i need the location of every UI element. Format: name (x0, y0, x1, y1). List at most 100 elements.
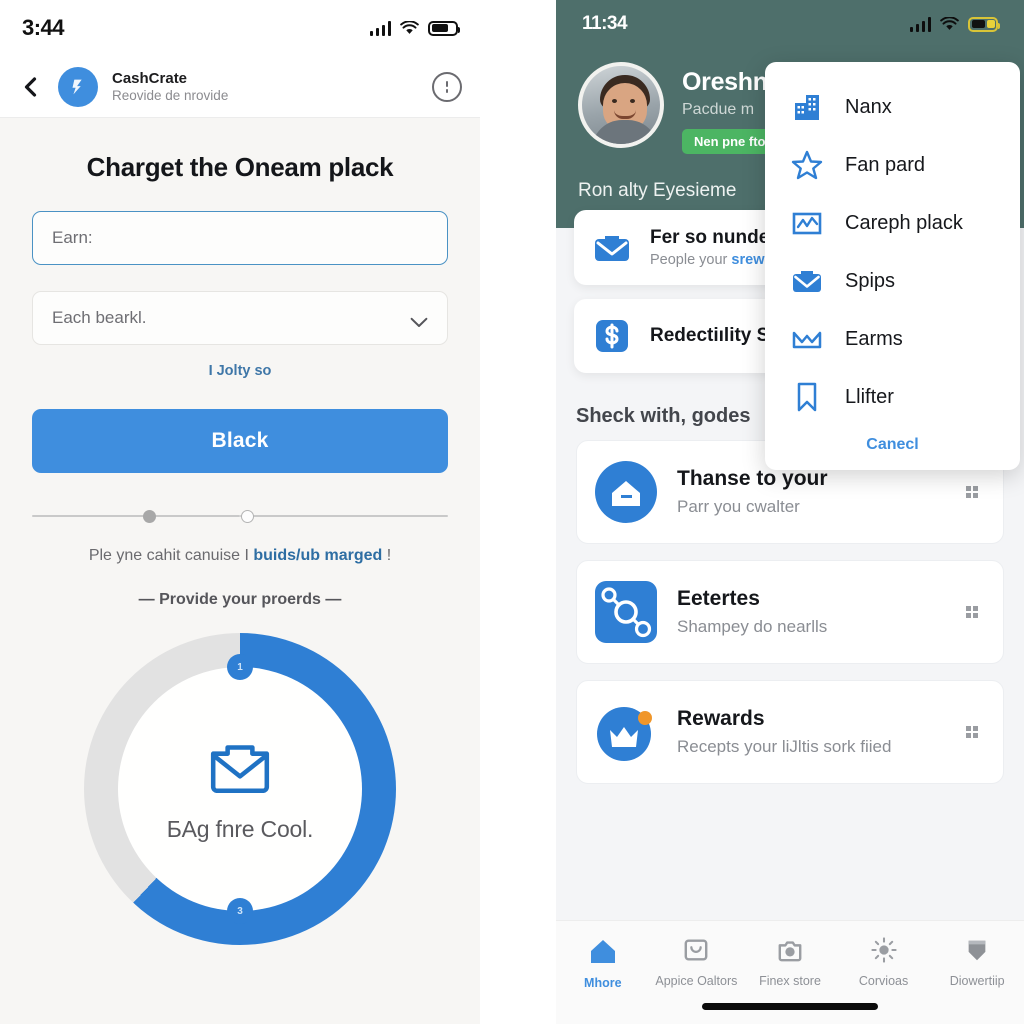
left-status-bar: 3:44 (0, 0, 480, 56)
tab-store[interactable]: Finex store (743, 937, 837, 988)
slider-left-knob[interactable] (143, 509, 156, 523)
list-item-subtitle: Recepts your liJltis sork fiied (677, 737, 892, 756)
signal-bars-icon (909, 16, 931, 32)
envelope-icon (592, 228, 632, 268)
donut-progress-wrap: БAg fnre Cool. 1 3 (32, 633, 448, 945)
list-item-title: Rewards (677, 707, 765, 730)
screenshot-root: 3:44 CashCrate Reovide de nrovide Charge… (0, 0, 1024, 1024)
avatar[interactable] (578, 62, 664, 148)
mini-card-sub: People your srew (650, 252, 769, 268)
helper-link[interactable]: I Jolty so (32, 363, 448, 379)
network-square-icon (595, 581, 657, 643)
wifi-icon (940, 16, 959, 32)
donut-node-bottom: 3 (227, 898, 253, 924)
brand-subtitle: Reovide de nrovide (112, 87, 229, 103)
list-item-body: Rewards Recepts your liJltis sork fiied (677, 707, 939, 757)
left-content: Charget the Oneam plack Earn: Each beark… (0, 118, 480, 945)
note-suffix: ! (382, 547, 392, 564)
menu-item-label: Careph plack (845, 211, 963, 234)
page-title: Charget the Oneam plack (86, 152, 394, 182)
tab-store-label: Finex store (759, 974, 821, 988)
slider-left[interactable] (32, 507, 240, 525)
earn-input-field[interactable]: Earn: (32, 211, 448, 265)
mini-card-body: Redectiılity S (650, 325, 769, 347)
grid-grip-icon[interactable] (959, 719, 985, 745)
brand-name: CashCrate (112, 69, 188, 87)
calendar-icon (683, 937, 709, 968)
battery-icon (428, 20, 460, 36)
menu-item-spips[interactable]: Spips (765, 252, 1020, 310)
right-status-indicators (909, 16, 1000, 32)
mountain-icon (791, 323, 823, 355)
crown-circle-icon (595, 701, 657, 763)
note-link[interactable]: buids/ub marged (253, 547, 382, 564)
chart-frame-icon (791, 207, 823, 239)
donut-node-top: 1 (227, 654, 253, 680)
menu-item-earms[interactable]: Earms (765, 310, 1020, 368)
camera-icon (777, 937, 803, 968)
donut-center: БAg fnre Cool. (118, 667, 362, 911)
bank-select-field[interactable]: Each bearkl. (32, 291, 448, 345)
tab-membership[interactable]: Diowertiip (930, 937, 1024, 988)
list-item-body: Thanse to your Parr you cwalter (677, 467, 939, 517)
chevron-down-icon (410, 313, 428, 327)
slider-right-knob[interactable] (241, 509, 254, 523)
slider-right[interactable] (240, 507, 448, 525)
brand-text-block: CashCrate Reovide de nrovide (112, 70, 418, 104)
note-prefix: Ple yne cahit canuise I (88, 547, 254, 564)
donut-center-label: БAg fnre Cool. (166, 816, 314, 842)
mini-card-sub-link[interactable]: srew (731, 252, 764, 268)
bank-select-value: Each bearkl. (52, 308, 147, 327)
tab-services-label: Corvioas (858, 974, 909, 988)
section-divider-label: — Provide your proerds — (138, 591, 342, 608)
right-status-time: 11:34 (582, 13, 628, 34)
tab-appointments-label: Appice Oaltors (655, 974, 738, 988)
back-chevron-icon[interactable] (18, 72, 44, 102)
shield-icon (964, 937, 990, 968)
primary-cta-button[interactable]: Black (32, 409, 448, 473)
home-circle-icon (595, 461, 657, 523)
tab-services[interactable]: Corvioas (837, 937, 931, 988)
mini-card-body: Fer so nunde People your srew (650, 227, 769, 268)
list-item-body: Eetertes Shampey do nearlls (677, 587, 939, 637)
grid-grip-icon[interactable] (959, 599, 985, 625)
menu-item-fan-pard[interactable]: Fan pard (765, 136, 1020, 194)
mini-card-title: Redectiılity S (650, 325, 770, 346)
status-indicators (369, 20, 460, 36)
brand-avatar-icon (58, 66, 98, 107)
menu-item-label: Llifter (845, 385, 894, 408)
status-time: 3:44 (22, 15, 65, 40)
wifi-icon (400, 20, 419, 36)
donut-progress: БAg fnre Cool. 1 3 (84, 633, 396, 945)
list-item-subtitle: Parr you cwalter (677, 497, 800, 516)
tab-appointments[interactable]: Appice Oaltors (650, 937, 744, 988)
sun-icon (870, 937, 897, 968)
building-icon (791, 91, 823, 123)
menu-item-label: Spips (845, 269, 896, 292)
menu-item-llifter[interactable]: Llifter (765, 368, 1020, 426)
info-circle-icon[interactable] (432, 71, 462, 102)
left-phone-panel: 3:44 CashCrate Reovide de nrovide Charge… (0, 0, 480, 1024)
list-item-title: Eetertes (677, 587, 760, 610)
action-sheet-dropdown: Nanx Fan pard Careph plack Spips Earms L… (765, 62, 1020, 470)
home-icon (588, 937, 618, 970)
grid-grip-icon[interactable] (959, 479, 985, 505)
note-line: Ple yne cahit canuise I buids/ub marged … (32, 547, 448, 565)
bookmark-icon (791, 381, 823, 413)
menu-item-label: Earms (845, 327, 903, 350)
mini-card-title: Fer so nunde (650, 227, 770, 248)
tab-home[interactable]: Mhore (556, 937, 650, 990)
home-indicator (702, 1003, 878, 1010)
tab-membership-label: Diowertiip (949, 974, 1005, 988)
left-app-bar: CashCrate Reovide de nrovide (0, 56, 480, 118)
menu-item-nanx[interactable]: Nanx (765, 78, 1020, 136)
list-item[interactable]: Rewards Recepts your liJltis sork fiied (576, 680, 1004, 784)
list-item[interactable]: Eetertes Shampey do nearlls (576, 560, 1004, 664)
signal-bars-icon (369, 20, 391, 36)
slider-row (32, 507, 448, 525)
mini-card-sub-prefix: People your (650, 252, 732, 268)
menu-item-careph-plack[interactable]: Careph plack (765, 194, 1020, 252)
battery-low-power-icon (968, 16, 1000, 32)
menu-item-label: Fan pard (845, 153, 926, 176)
cancel-button[interactable]: Canecl (765, 426, 1020, 460)
